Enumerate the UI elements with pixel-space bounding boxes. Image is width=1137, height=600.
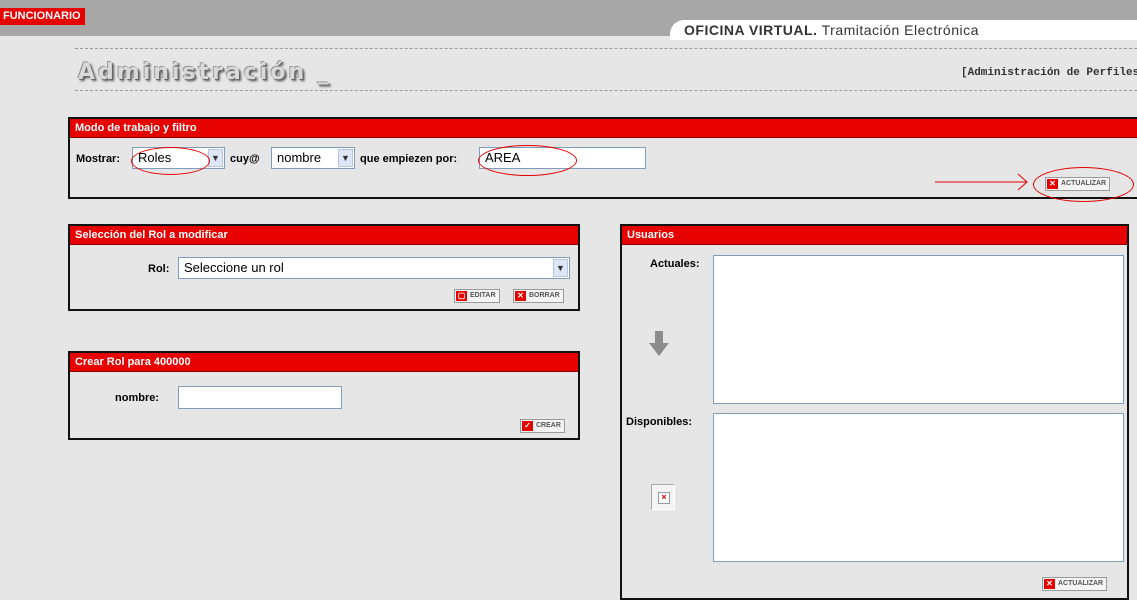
chevron-down-icon[interactable]: ▼ — [338, 149, 353, 167]
delete-button[interactable]: ✕ BORRAR — [513, 289, 564, 303]
role-name-input[interactable] — [178, 386, 342, 409]
select-role-title: Selección del Rol a modificar — [70, 226, 578, 245]
delete-button-label: BORRAR — [529, 292, 560, 299]
filter-panel-title: Modo de trabajo y filtro — [70, 119, 1137, 138]
users-update-button-label: ACTUALIZAR — [1058, 580, 1104, 587]
edit-icon: ▢ — [456, 291, 467, 301]
show-label: Mostrar: — [76, 153, 121, 165]
current-users-label: Actuales: — [650, 258, 700, 270]
rol-label: Rol: — [148, 263, 170, 275]
page-title: Administración _ — [78, 60, 332, 85]
office-title-strong: OFICINA VIRTUAL. — [684, 22, 818, 38]
highlight-show-select — [131, 147, 210, 175]
name-label: nombre: — [115, 392, 159, 404]
available-users-label: Disponibles: — [626, 416, 693, 428]
create-role-panel: Crear Rol para 400000 nombre: ✓ CREAR — [68, 351, 580, 440]
create-button[interactable]: ✓ CREAR — [520, 419, 565, 433]
edit-button-label: EDITAR — [470, 292, 496, 299]
office-title: OFICINA VIRTUAL. Tramitación Electrónica — [684, 22, 979, 38]
role-select-value: Seleccione un rol — [184, 260, 284, 275]
annotation-arrow — [935, 173, 1028, 191]
field-select[interactable]: nombre ▼ — [271, 147, 355, 169]
office-title-rest: Tramitación Electrónica — [817, 22, 979, 38]
check-icon: ✓ — [522, 421, 533, 431]
chevron-down-icon[interactable]: ▼ — [208, 149, 223, 167]
cuy-label: cuy@ — [230, 153, 260, 165]
arrow-down-icon[interactable] — [649, 331, 669, 357]
field-select-value: nombre — [277, 150, 322, 165]
admin-profiles-link[interactable]: [Administración de Perfiles] — [961, 67, 1137, 79]
update-icon: ✕ — [1044, 579, 1055, 589]
create-role-title: Crear Rol para 400000 — [70, 353, 578, 372]
highlight-update-button — [1033, 167, 1134, 202]
select-role-panel: Selección del Rol a modificar Rol: Selec… — [68, 224, 580, 311]
users-panel-title: Usuarios — [622, 226, 1127, 245]
starts-with-label: que empiezen por: — [360, 153, 458, 165]
delete-icon: ✕ — [515, 291, 526, 301]
current-users-list[interactable] — [713, 255, 1124, 404]
divider-bottom — [75, 90, 1137, 91]
broken-image-icon[interactable]: × — [651, 484, 675, 510]
role-badge: FUNCIONARIO — [0, 8, 85, 25]
users-update-button[interactable]: ✕ ACTUALIZAR — [1042, 577, 1108, 591]
available-users-list[interactable] — [713, 413, 1124, 562]
edit-button[interactable]: ▢ EDITAR — [454, 289, 500, 303]
office-tab: OFICINA VIRTUAL. Tramitación Electrónica — [670, 20, 1137, 40]
chevron-down-icon[interactable]: ▼ — [553, 259, 568, 277]
highlight-starts-input — [478, 145, 577, 176]
users-panel: Usuarios Actuales: Disponibles: × ✕ ACTUA… — [620, 224, 1129, 600]
divider-top — [75, 48, 1137, 49]
create-button-label: CREAR — [536, 422, 561, 429]
role-select[interactable]: Seleccione un rol ▼ — [178, 257, 570, 279]
